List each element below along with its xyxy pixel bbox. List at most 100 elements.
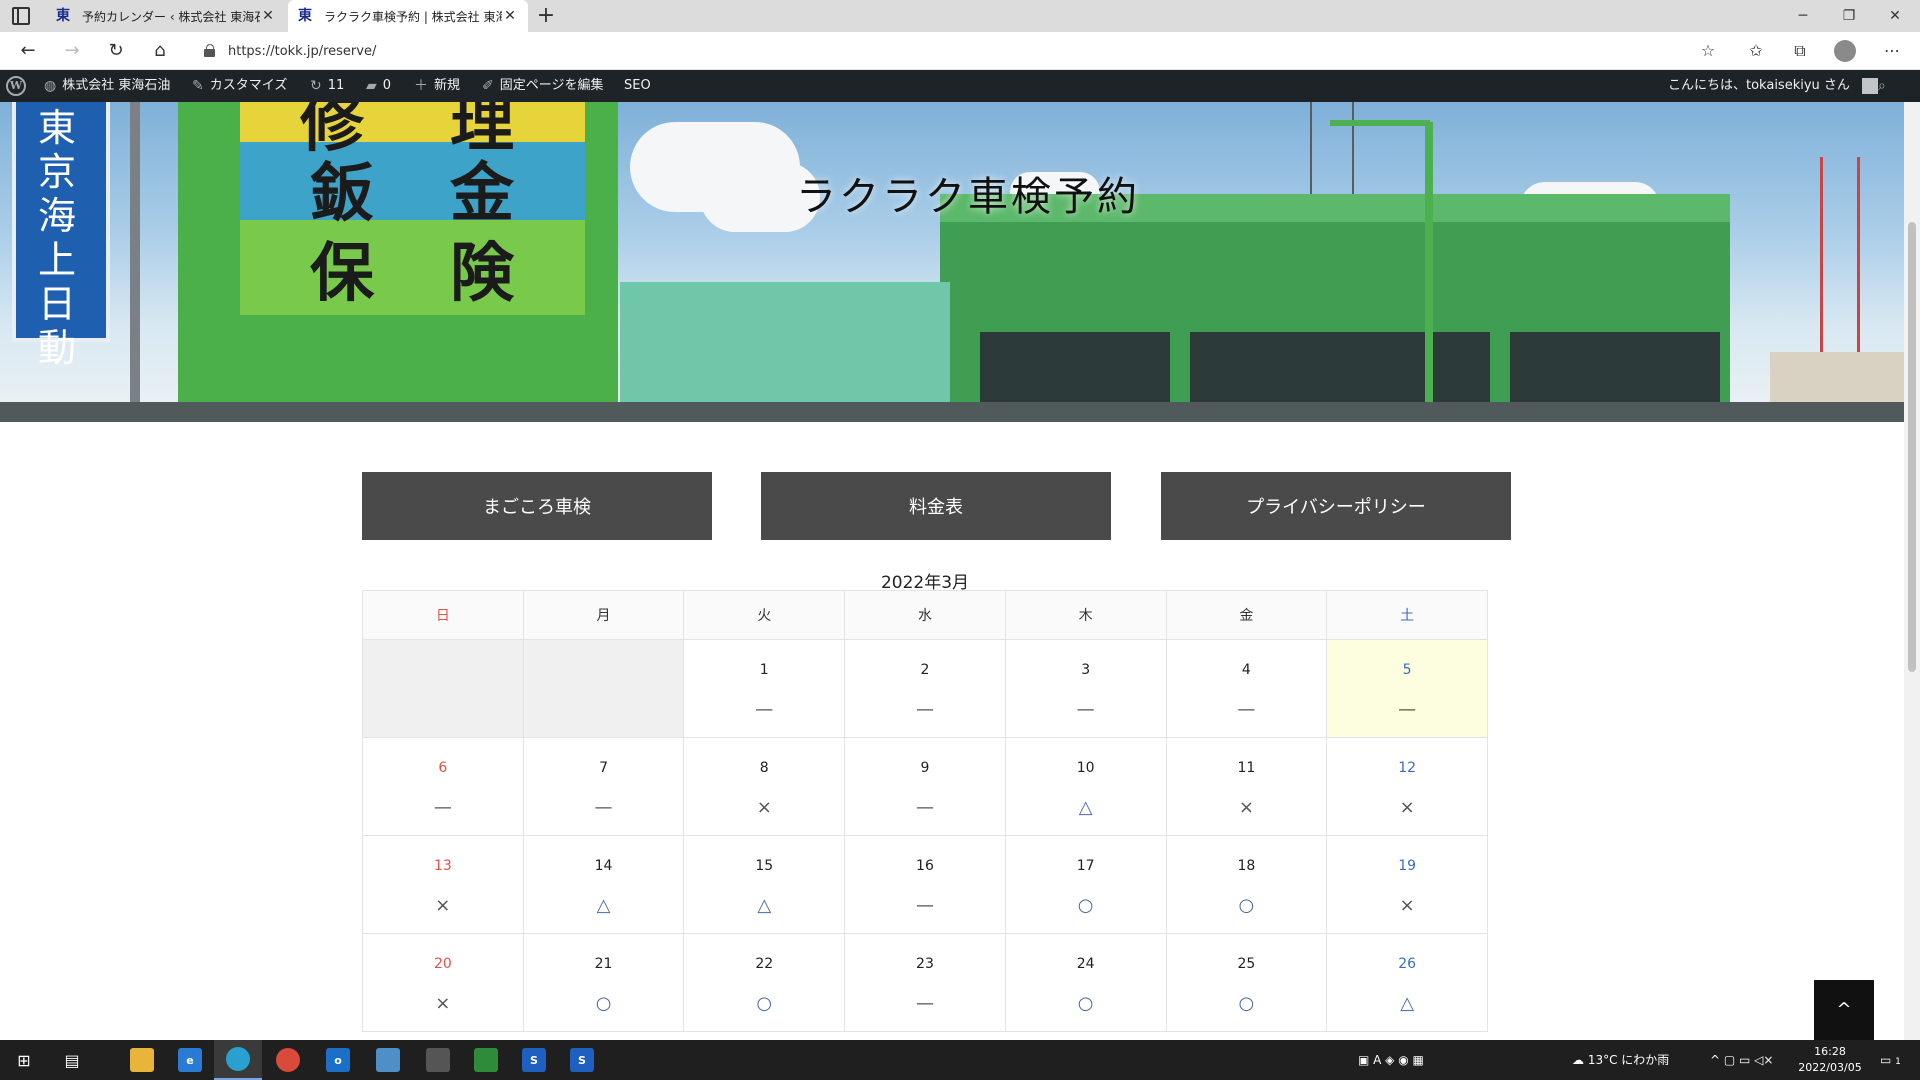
utility-pole bbox=[130, 102, 140, 422]
calendar-day-cell[interactable]: 10 △ bbox=[1004, 737, 1167, 836]
search-toggle[interactable]: ⌕ bbox=[1878, 70, 1886, 102]
edge-icon bbox=[226, 1047, 250, 1071]
new-content-link[interactable]: ＋ 新規 bbox=[414, 70, 460, 102]
calendar-day-cell[interactable]: 8 × bbox=[683, 737, 846, 836]
calendar-day-cell[interactable]: 1— bbox=[683, 639, 846, 738]
price-list-button[interactable]: 料金表 bbox=[761, 472, 1111, 540]
calendar-day-cell[interactable]: 18 ○ bbox=[1165, 835, 1328, 934]
availability-mark: — bbox=[915, 797, 934, 818]
account-menu[interactable]: こんにちは、tokaisekiyu さん bbox=[1668, 70, 1878, 102]
add-favorite-icon[interactable]: ☆ bbox=[1694, 37, 1722, 65]
calendar-day-cell[interactable]: 7— bbox=[522, 737, 685, 836]
more-menu-icon[interactable]: ⋯ bbox=[1878, 37, 1906, 65]
customize-link[interactable]: ✎ カスタマイズ bbox=[192, 70, 287, 102]
calendar-day-cell[interactable]: 23 — bbox=[844, 933, 1006, 1032]
edge-app[interactable] bbox=[214, 1040, 262, 1080]
availability-mark: × bbox=[1399, 895, 1415, 916]
seo-menu[interactable]: SEO bbox=[624, 70, 651, 102]
calendar-day-cell[interactable]: 6— bbox=[362, 737, 524, 836]
calendar-day-cell[interactable]: 19 × bbox=[1326, 835, 1488, 934]
calendar-day-cell[interactable]: 3— bbox=[1004, 639, 1167, 738]
calendar-day-cell[interactable]: 9— bbox=[844, 737, 1006, 836]
task-view-button[interactable]: ▤ bbox=[48, 1040, 96, 1080]
comment-icon: ▰ bbox=[366, 78, 377, 94]
calendar-day-cell[interactable]: 17 ○ bbox=[1004, 835, 1167, 934]
tab-rakuraku-reserve[interactable]: 東 ラクラク車検予約 | 株式会社 東海石 ✕ bbox=[288, 0, 528, 32]
calendar-day-cell bbox=[362, 639, 524, 738]
calendar-day-cell[interactable]: 4— bbox=[1165, 639, 1328, 738]
day-number: 12 bbox=[1398, 760, 1417, 776]
tray-icons[interactable]: ▣ A ◈ ◉ ▦ bbox=[1358, 1040, 1424, 1080]
lock-icon bbox=[204, 44, 216, 58]
tab-reserve-calendar[interactable]: 東 予約カレンダー ‹ 株式会社 東海石油 ✕ bbox=[46, 0, 286, 32]
back-to-top-button[interactable]: ^ bbox=[1814, 980, 1874, 1040]
sign-panel bbox=[240, 142, 585, 220]
site-name-menu[interactable]: ◍ 株式会社 東海石油 bbox=[44, 70, 170, 102]
calendar-day-cell[interactable]: 25 ○ bbox=[1165, 933, 1328, 1032]
restore-icon[interactable]: ❐ bbox=[1826, 0, 1872, 32]
calendar-day-cell[interactable]: 24 ○ bbox=[1004, 933, 1167, 1032]
app-window[interactable] bbox=[364, 1040, 412, 1080]
site-favicon-icon: 東 bbox=[56, 8, 70, 24]
close-tab-icon[interactable]: ✕ bbox=[502, 8, 518, 24]
clock[interactable]: 16:28 2022/03/05 bbox=[1798, 1044, 1862, 1076]
app-tool-icon bbox=[426, 1048, 450, 1072]
wp-logo-menu[interactable]: W bbox=[6, 70, 26, 102]
app-tool[interactable] bbox=[414, 1040, 462, 1080]
calendar-day-cell[interactable]: 15 △ bbox=[683, 835, 846, 934]
home-icon[interactable]: ⌂ bbox=[146, 37, 174, 65]
refresh-icon[interactable]: ↻ bbox=[102, 37, 130, 65]
address-bar[interactable]: https://tokk.jp/reserve/ bbox=[190, 37, 1720, 65]
new-tab-button[interactable]: + bbox=[532, 2, 560, 30]
internet-explorer-icon: e bbox=[178, 1048, 202, 1072]
start-button[interactable]: ⊞ bbox=[0, 1040, 48, 1080]
day-number: 14 bbox=[594, 858, 613, 874]
updates-link[interactable]: ↻ 11 bbox=[310, 70, 344, 102]
calendar-day-cell[interactable]: 16 — bbox=[844, 835, 1006, 934]
calendar-day-cell[interactable]: 20 × bbox=[362, 933, 524, 1032]
privacy-policy-button[interactable]: プライバシーポリシー bbox=[1161, 472, 1511, 540]
magokoro-shaken-button[interactable]: まごころ車検 bbox=[362, 472, 712, 540]
calendar-day-cell[interactable]: 13 × bbox=[362, 835, 524, 934]
calendar-day-cell[interactable]: 11 × bbox=[1165, 737, 1328, 836]
close-tab-icon[interactable]: ✕ bbox=[260, 8, 276, 24]
calendar-day-cell[interactable]: 12 × bbox=[1326, 737, 1488, 836]
edit-page-link[interactable]: ✐ 固定ページを編集 bbox=[482, 70, 603, 102]
app-s2[interactable]: S bbox=[558, 1040, 606, 1080]
back-icon[interactable]: ← bbox=[14, 37, 42, 65]
app-s1[interactable]: S bbox=[510, 1040, 558, 1080]
calendar-day-cell[interactable]: 2— bbox=[844, 639, 1006, 738]
notification-center[interactable]: ▭ 1 bbox=[1880, 1040, 1901, 1080]
outlook-app[interactable]: o bbox=[314, 1040, 362, 1080]
calendar-day-cell[interactable]: 14 △ bbox=[522, 835, 685, 934]
calendar-day-cell[interactable]: 5— bbox=[1326, 639, 1488, 738]
calendar-day-cell[interactable]: 22 ○ bbox=[683, 933, 846, 1032]
tab-actions-icon[interactable] bbox=[12, 7, 30, 25]
sign-character: 険 bbox=[450, 236, 514, 311]
ie-app[interactable]: e bbox=[166, 1040, 214, 1080]
dashboard-icon: ◍ bbox=[44, 78, 57, 94]
app-green[interactable] bbox=[462, 1040, 510, 1080]
availability-mark: × bbox=[435, 895, 451, 916]
calendar-day-cell[interactable]: 21 ○ bbox=[522, 933, 685, 1032]
forward-icon[interactable]: → bbox=[58, 37, 86, 65]
site-name: 株式会社 東海石油 bbox=[62, 78, 171, 93]
availability-mark: △ bbox=[1078, 797, 1093, 818]
day-number: 6 bbox=[438, 760, 448, 776]
calendar-day-cell[interactable]: 26 △ bbox=[1326, 933, 1488, 1032]
collections-icon[interactable]: ⧉ bbox=[1786, 37, 1814, 65]
chrome-app[interactable] bbox=[264, 1040, 312, 1080]
weekday-mon: 月 bbox=[522, 590, 685, 640]
page-scrollbar[interactable] bbox=[1904, 102, 1920, 1042]
favorites-icon[interactable]: ✩ bbox=[1742, 37, 1770, 65]
close-window-icon[interactable]: ✕ bbox=[1872, 0, 1918, 32]
scrollbar-thumb[interactable] bbox=[1908, 222, 1916, 672]
comments-link[interactable]: ▰ 0 bbox=[366, 70, 391, 102]
minimize-icon[interactable]: ─ bbox=[1780, 0, 1826, 32]
sign-character: 鈑 bbox=[310, 156, 374, 231]
weather-widget[interactable]: ☁ 13°C にわか雨 bbox=[1572, 1040, 1669, 1080]
profile-avatar[interactable] bbox=[1834, 40, 1856, 62]
availability-mark: ○ bbox=[1238, 993, 1255, 1014]
system-tray[interactable]: ^ ▢ ▭ ◁× bbox=[1710, 1040, 1773, 1080]
file-explorer-app[interactable] bbox=[118, 1040, 166, 1080]
